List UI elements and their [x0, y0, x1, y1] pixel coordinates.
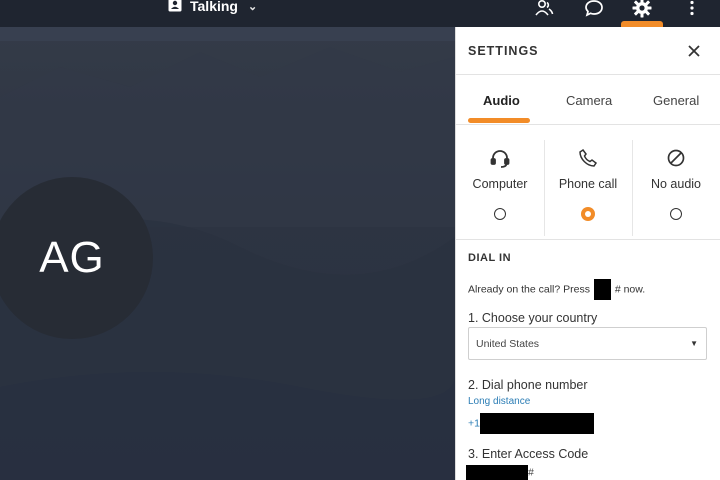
already-suffix: # now.	[614, 283, 646, 296]
redacted-block	[466, 465, 528, 480]
stage-top-strip	[0, 27, 455, 41]
option-label: Phone call	[558, 177, 618, 191]
phone-icon	[544, 148, 632, 170]
access-code[interactable]: #	[466, 465, 534, 480]
settings-header: SETTINGS	[456, 27, 720, 75]
step-choose-country: 1. Choose your country	[468, 311, 598, 325]
country-value: United States	[476, 338, 540, 350]
radio-phone-call-selected[interactable]	[581, 207, 595, 221]
dial-in-title: DIAL IN	[468, 252, 512, 264]
chat-icon[interactable]	[582, 0, 606, 18]
talking-status-dropdown[interactable]: Talking ⌄	[168, 0, 257, 16]
redacted-block	[479, 413, 594, 434]
headset-icon	[456, 148, 544, 170]
already-prefix: Already on the call? Press	[468, 283, 590, 296]
redacted-block	[593, 279, 611, 300]
audio-option-phone-call[interactable]: Phone call	[544, 140, 632, 236]
gear-icon[interactable]	[630, 0, 654, 18]
audio-option-computer[interactable]: Computer	[456, 140, 544, 236]
contact-card-icon	[168, 0, 182, 15]
code-suffix: #	[528, 466, 534, 479]
tab-audio[interactable]: Audio	[483, 93, 520, 108]
more-vertical-icon[interactable]	[680, 0, 704, 18]
option-label: Computer	[472, 177, 528, 191]
already-on-call-text: Already on the call? Press # now.	[468, 279, 645, 300]
avatar-initials: AG	[39, 233, 105, 282]
settings-panel: SETTINGS Audio Camera General Computer P…	[455, 27, 720, 480]
phone-prefix: +1	[468, 417, 480, 430]
tab-camera[interactable]: Camera	[566, 93, 612, 108]
step-enter-access-code: 3. Enter Access Code	[468, 447, 589, 461]
settings-title: SETTINGS	[468, 44, 539, 58]
audio-options: Computer Phone call No audio	[456, 140, 720, 240]
participants-icon[interactable]	[532, 0, 556, 18]
radio-computer[interactable]	[494, 208, 506, 220]
dropdown-arrow-icon: ▼	[690, 339, 698, 348]
top-bar: Talking ⌄	[0, 0, 720, 27]
no-audio-icon	[632, 148, 720, 170]
country-select[interactable]: United States ▼	[468, 327, 707, 360]
option-label: No audio	[650, 177, 702, 191]
talking-label: Talking	[190, 0, 238, 14]
radio-no-audio[interactable]	[670, 208, 682, 220]
audio-option-no-audio[interactable]: No audio	[632, 140, 720, 236]
phone-number[interactable]: +1	[468, 413, 594, 434]
step-dial-number: 2. Dial phone number	[468, 378, 588, 392]
tab-general[interactable]: General	[653, 93, 699, 108]
active-tab-indicator	[468, 118, 530, 123]
settings-tabs: Audio Camera General	[456, 75, 720, 125]
close-icon[interactable]	[684, 41, 704, 61]
chevron-down-icon: ⌄	[247, 0, 258, 13]
long-distance-label: Long distance	[468, 396, 531, 407]
